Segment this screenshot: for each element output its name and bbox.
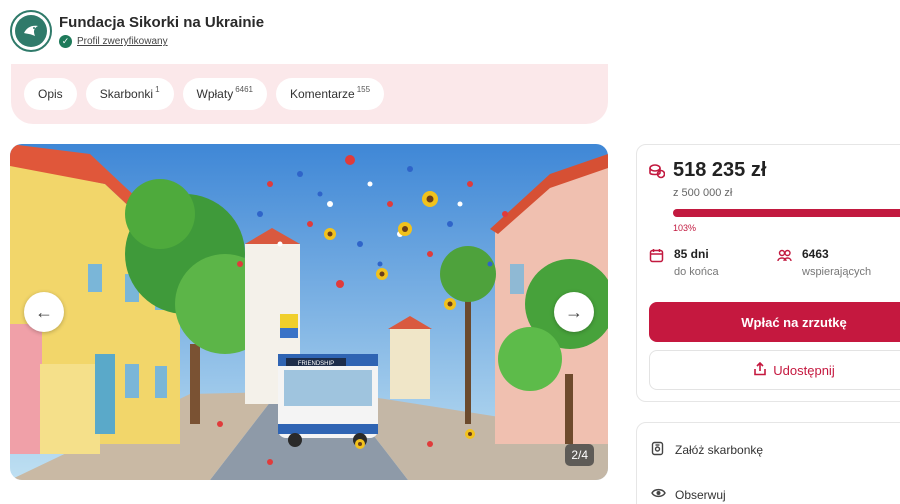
image-gallery[interactable]: FRIENDSHIP ← → 2/4 xyxy=(10,144,608,480)
share-icon xyxy=(753,361,767,379)
supporters-icon xyxy=(777,248,792,263)
tab-count: 155 xyxy=(356,84,371,94)
tab-count: 6461 xyxy=(235,84,253,94)
arrow-left-icon: ← xyxy=(35,301,53,322)
organization-logo[interactable] xyxy=(10,10,52,52)
share-label: Udostępnij xyxy=(773,362,835,378)
gallery-image-street-painting: FRIENDSHIP xyxy=(10,144,608,480)
verified-profile-link[interactable]: Profil zweryfikowany xyxy=(77,36,168,47)
tab-opis[interactable]: Opis xyxy=(24,78,77,110)
tab-wplaty[interactable]: Wpłaty 6461 xyxy=(182,78,267,110)
side-actions-card: Załóż skarbonkę Obserwuj xyxy=(636,422,900,504)
backers-value: 6463 xyxy=(802,247,829,261)
create-piggy-bank-button[interactable]: Załóż skarbonkę xyxy=(651,441,763,459)
tab-skarbonki[interactable]: Skarbonki 1 xyxy=(85,78,174,110)
raised-amount: 518 235 zł xyxy=(673,159,767,181)
create-piggy-bank-label: Załóż skarbonkę xyxy=(675,443,764,457)
donation-card: 518 235 zł z 500 000 zł 103% 85 dni do k… xyxy=(636,144,900,402)
days-remaining: 85 dni do końca xyxy=(649,247,719,278)
days-value: 85 dni xyxy=(674,247,709,261)
backers-count: 6463 wspierających xyxy=(777,247,871,278)
calendar-icon xyxy=(649,248,664,263)
organization-name[interactable]: Fundacja Sikorki na Ukrainie xyxy=(59,14,264,31)
coins-icon xyxy=(649,163,666,179)
tab-label: Komentarze xyxy=(290,87,355,101)
goal-amount: z 500 000 zł xyxy=(673,187,733,199)
section-tabs: Opis Skarbonki 1 Wpłaty 6461 Komentarze … xyxy=(11,64,608,124)
bird-logo-icon xyxy=(15,15,47,47)
progress-bar-fill xyxy=(673,209,900,217)
eye-icon xyxy=(651,487,667,502)
piggy-bank-icon xyxy=(651,441,667,459)
bus-destination-sign: FRIENDSHIP xyxy=(298,361,334,367)
gallery-next-button[interactable]: → xyxy=(554,292,594,332)
days-label: do końca xyxy=(674,266,719,278)
arrow-right-icon: → xyxy=(565,301,583,322)
tab-count: 1 xyxy=(155,84,160,94)
tab-label: Skarbonki xyxy=(99,87,154,101)
verified-check-icon: ✓ xyxy=(59,35,72,48)
tab-label: Wpłaty xyxy=(196,87,234,101)
progress-percent: 103% xyxy=(673,223,697,233)
tab-komentarze[interactable]: Komentarze 155 xyxy=(276,78,385,110)
tab-label: Opis xyxy=(38,87,63,101)
share-button[interactable]: Udostępnij xyxy=(649,350,900,390)
watch-button[interactable]: Obserwuj xyxy=(651,487,726,502)
donate-button[interactable]: Wpłać na zrzutkę xyxy=(649,302,900,342)
progress-bar xyxy=(673,209,900,217)
gallery-counter: 2/4 xyxy=(565,444,594,466)
backers-label: wspierających xyxy=(802,266,872,278)
gallery-prev-button[interactable]: ← xyxy=(24,292,64,332)
watch-label: Obserwuj xyxy=(675,487,726,502)
organization-header: Fundacja Sikorki na Ukrainie ✓ Profil zw… xyxy=(10,8,264,54)
